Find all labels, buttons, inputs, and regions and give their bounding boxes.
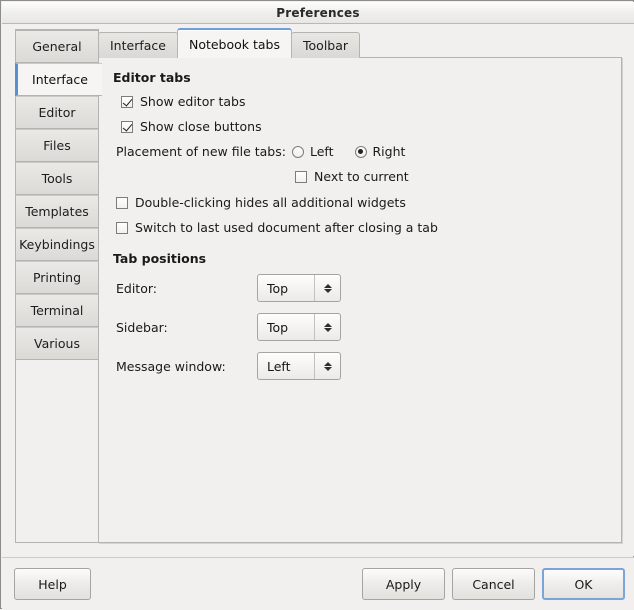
chevron-up-icon[interactable] — [323, 283, 332, 288]
sidebar-item-printing[interactable]: Printing — [15, 261, 99, 294]
sidebar-item-label: Terminal — [30, 303, 84, 318]
placement-of-new-file-tabs-row: Placement of new file tabs: Left Right — [116, 144, 405, 159]
sidebar-tab-position-row: Sidebar: Top — [116, 313, 366, 341]
sidebar-item-tools[interactable]: Tools — [15, 162, 99, 195]
show-editor-tabs-row[interactable]: Show editor tabs — [121, 94, 245, 109]
placement-left-radio[interactable] — [291, 145, 304, 158]
placement-right-label: Right — [372, 144, 406, 159]
sidebar-item-label: Templates — [25, 204, 89, 219]
category-tab-strip: General Interface Editor Files Tools Template… — [15, 29, 102, 543]
placement-left-option[interactable]: Left — [291, 144, 334, 159]
tab-toolbar[interactable]: Toolbar — [291, 32, 361, 58]
window-title: Preferences — [276, 5, 360, 20]
double-click-hides-widgets-label: Double-clicking hides all additional wid… — [135, 195, 406, 210]
sidebar-item-general[interactable]: General — [15, 30, 99, 63]
dialog-action-bar: Help Apply Cancel OK — [2, 557, 634, 610]
sidebar-item-label: General — [32, 39, 82, 54]
message-window-tab-position-row: Message window: Left — [116, 352, 366, 380]
chevron-up-icon[interactable] — [323, 322, 332, 327]
tab-label: Toolbar — [303, 38, 349, 53]
notebook-tab-panel: Editor tabs Show editor tabs Show close … — [98, 57, 622, 543]
chevron-up-icon[interactable] — [323, 361, 332, 366]
editor-tab-position-value: Top — [267, 280, 289, 296]
message-window-tab-position-stepper[interactable] — [314, 353, 340, 379]
tab-interface[interactable]: Interface — [98, 32, 178, 58]
message-window-tab-position-label: Message window: — [116, 358, 226, 374]
sidebar-item-label: Various — [34, 336, 80, 351]
show-close-buttons-label: Show close buttons — [140, 119, 262, 134]
sidebar-item-label: Interface — [32, 72, 88, 87]
switch-last-used-document-checkbox[interactable] — [116, 221, 128, 234]
placement-right-option[interactable]: Right — [354, 144, 406, 159]
editor-tab-position-row: Editor: Top — [116, 274, 366, 302]
show-close-buttons-checkbox[interactable] — [121, 120, 133, 133]
apply-button[interactable]: Apply — [362, 568, 445, 600]
sidebar-tab-position-spinner[interactable]: Top — [257, 313, 341, 341]
ok-button[interactable]: OK — [542, 568, 625, 600]
tab-label: Notebook tabs — [188, 36, 281, 52]
sidebar-item-files[interactable]: Files — [15, 129, 99, 162]
editor-tab-position-spinner[interactable]: Top — [257, 274, 341, 302]
window-titlebar: Preferences — [2, 2, 634, 24]
message-window-tab-position-spinner[interactable]: Left — [257, 352, 341, 380]
notebook-tab-row: Interface Notebook tabs Toolbar — [98, 28, 622, 58]
sidebar-item-label: Keybindings — [19, 237, 95, 252]
sidebar-item-keybindings[interactable]: Keybindings — [15, 228, 99, 261]
switch-last-used-document-label: Switch to last used document after closi… — [135, 220, 438, 235]
sidebar-item-terminal[interactable]: Terminal — [15, 294, 99, 327]
show-editor-tabs-label: Show editor tabs — [140, 94, 246, 109]
show-editor-tabs-checkbox[interactable] — [121, 95, 133, 108]
double-click-hides-widgets-row[interactable]: Double-clicking hides all additional wid… — [116, 195, 406, 210]
sidebar-item-label: Printing — [32, 270, 82, 285]
placement-right-radio[interactable] — [354, 145, 367, 158]
show-close-buttons-row[interactable]: Show close buttons — [121, 119, 262, 134]
next-to-current-row[interactable]: Next to current — [295, 169, 409, 184]
placement-label: Placement of new file tabs: — [116, 144, 286, 159]
sidebar-tab-position-label: Sidebar: — [116, 319, 168, 335]
next-to-current-label: Next to current — [314, 169, 409, 184]
sidebar-item-editor[interactable]: Editor — [15, 96, 99, 129]
sidebar-item-various[interactable]: Various — [15, 327, 99, 360]
switch-last-used-document-row[interactable]: Switch to last used document after closi… — [116, 220, 438, 235]
editor-tabs-group-title: Editor tabs — [113, 70, 191, 85]
chevron-down-icon[interactable] — [323, 288, 332, 293]
settings-notebook: Interface Notebook tabs Toolbar Editor tab… — [98, 28, 622, 543]
dialog-body: General Interface Editor Files Tools Template… — [2, 24, 634, 556]
next-to-current-checkbox[interactable] — [295, 170, 307, 183]
help-button[interactable]: Help — [14, 568, 91, 600]
placement-left-label: Left — [309, 144, 334, 159]
chevron-down-icon[interactable] — [323, 327, 332, 332]
cancel-button[interactable]: Cancel — [452, 568, 535, 600]
editor-tab-position-label: Editor: — [116, 280, 157, 296]
double-click-hides-widgets-checkbox[interactable] — [116, 196, 128, 209]
notebook-tabs-page: Editor tabs Show editor tabs Show close … — [99, 58, 621, 542]
tab-positions-group-title: Tab positions — [113, 251, 207, 266]
preferences-dialog: Preferences General Interface Editor Files T… — [0, 0, 634, 610]
sidebar-item-label: Tools — [41, 171, 73, 186]
editor-tab-position-stepper[interactable] — [314, 275, 340, 301]
tab-notebook-tabs[interactable]: Notebook tabs — [176, 28, 293, 58]
sidebar-item-interface[interactable]: Interface — [15, 63, 102, 96]
tab-label: Interface — [110, 38, 166, 53]
sidebar-tab-position-stepper[interactable] — [314, 314, 340, 340]
sidebar-item-label: Editor — [38, 105, 76, 120]
sidebar-item-templates[interactable]: Templates — [15, 195, 99, 228]
chevron-down-icon[interactable] — [323, 366, 332, 371]
sidebar-tab-position-value: Top — [267, 319, 289, 335]
sidebar-item-label: Files — [43, 138, 71, 153]
message-window-tab-position-value: Left — [267, 358, 291, 374]
